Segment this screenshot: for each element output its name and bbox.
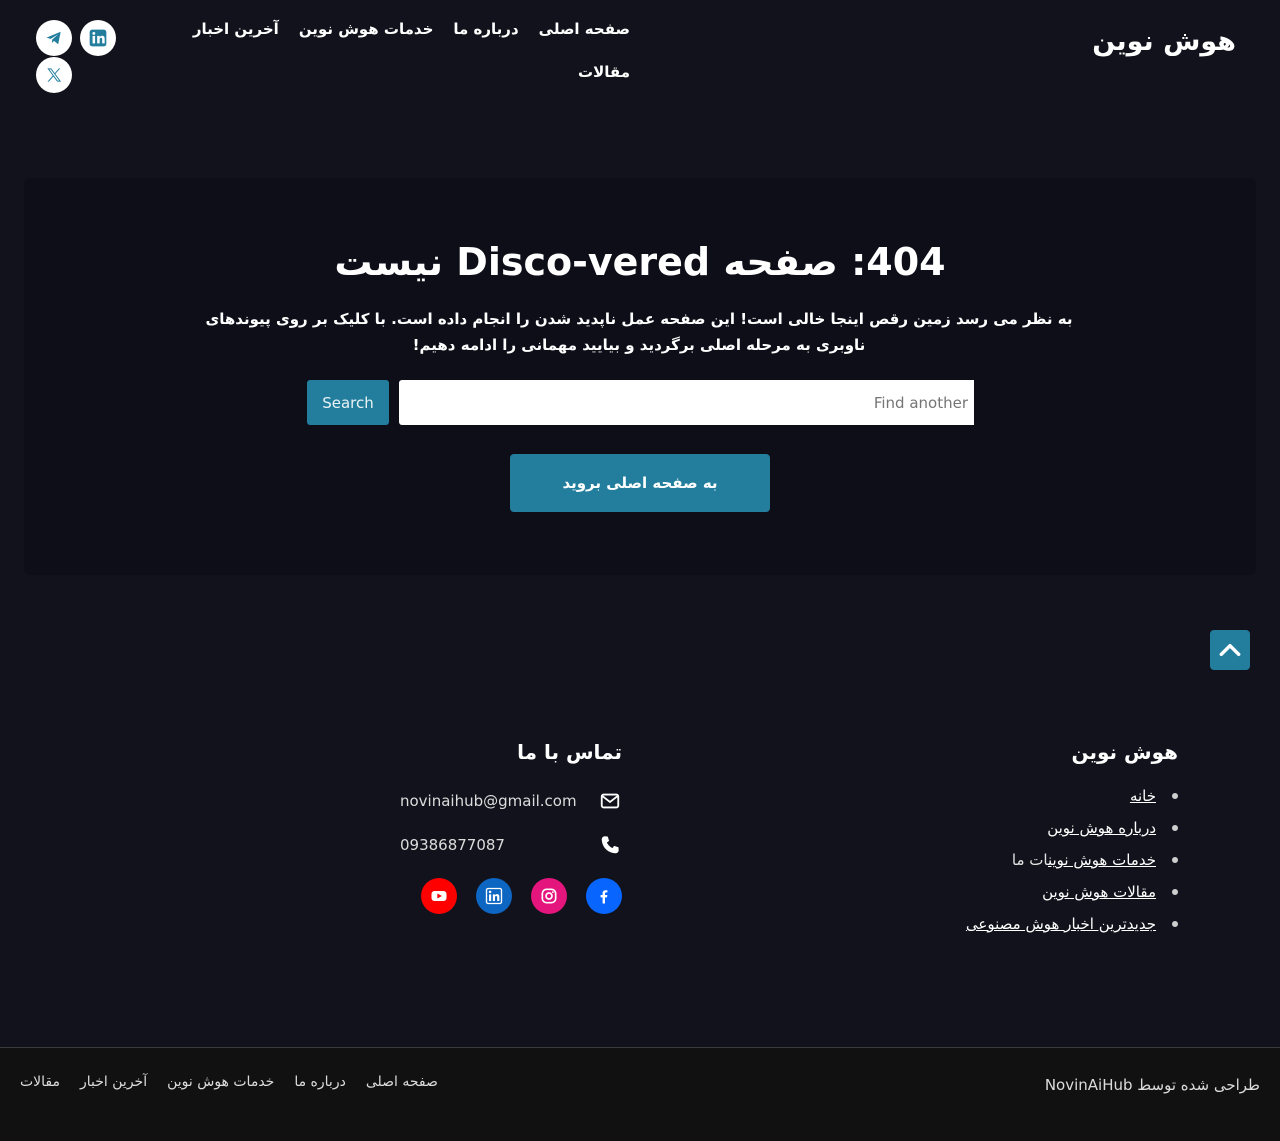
bottom-nav-about[interactable]: درباره ما bbox=[294, 1074, 345, 1090]
telegram-icon[interactable] bbox=[36, 20, 72, 56]
nav-item-home[interactable]: صفحه اصلی bbox=[539, 20, 630, 46]
facebook-icon[interactable] bbox=[586, 878, 622, 914]
list-item: خدمات هوش نوینات ما bbox=[858, 850, 1178, 882]
nav-item-news[interactable]: آخرین اخبار bbox=[193, 20, 279, 46]
error-description: به نظر می رسد زمین رقص اینجا خالی است! ا… bbox=[205, 310, 1073, 354]
bottom-nav-news[interactable]: آخرین اخبار bbox=[80, 1074, 147, 1090]
envelope-icon bbox=[598, 789, 622, 813]
search-button[interactable]: Search bbox=[307, 380, 389, 425]
nav-item-articles[interactable]: مقالات bbox=[578, 63, 630, 81]
main-nav: صفحه اصلی درباره ما خدمات هوش نوین آخرین… bbox=[193, 20, 630, 86]
contact-email-row: novinaihub@gmail.com bbox=[400, 790, 622, 812]
contact-title: تماس با ما bbox=[517, 740, 622, 764]
designer-credit: طراحی شده توسط NovinAiHub bbox=[1044, 1076, 1260, 1094]
footer-links-column: هوش نوین خانه درباره هوش نوین خدمات هوش … bbox=[858, 740, 1178, 946]
contact-phone[interactable]: 09386877087 bbox=[400, 836, 505, 854]
search-input[interactable] bbox=[399, 380, 974, 425]
nav-item-about[interactable]: درباره ما bbox=[453, 20, 518, 46]
list-item: خانه bbox=[858, 786, 1178, 818]
main-section: 404: صفحه Disco-vered نیست به نظر می رسد… bbox=[0, 112, 1280, 640]
bottom-nav: صفحه اصلی درباره ما خدمات هوش نوین آخرین… bbox=[20, 1074, 438, 1090]
linkedin-icon[interactable] bbox=[476, 878, 512, 914]
contact-phone-row: 09386877087 bbox=[400, 834, 622, 856]
site-logo[interactable]: هوش نوین bbox=[1092, 26, 1236, 57]
footer-contact-column: تماس با ما novinaihub@gmail.com 09386877… bbox=[400, 740, 622, 914]
phone-icon bbox=[598, 833, 622, 857]
scroll-to-top-button[interactable] bbox=[1210, 630, 1250, 670]
site-footer: هوش نوین خانه درباره هوش نوین خدمات هوش … bbox=[0, 630, 1280, 1047]
bottom-nav-home[interactable]: صفحه اصلی bbox=[366, 1074, 438, 1090]
footer-link-services[interactable]: خدمات هوش نوین bbox=[1048, 851, 1156, 869]
site-header: هوش نوین صفحه اصلی درباره ما خدمات هوش ن… bbox=[0, 0, 1280, 112]
page-title: 404: صفحه Disco-vered نیست bbox=[334, 240, 946, 284]
x-icon[interactable] bbox=[36, 57, 72, 93]
list-item: مقالات هوش نوین bbox=[858, 882, 1178, 914]
contact-email[interactable]: novinaihub@gmail.com bbox=[400, 792, 577, 810]
chevron-up-icon bbox=[1219, 643, 1241, 657]
bottom-nav-articles[interactable]: مقالات bbox=[20, 1074, 60, 1090]
footer-link-about[interactable]: درباره هوش نوین bbox=[1047, 819, 1156, 837]
bottom-nav-services[interactable]: خدمات هوش نوین bbox=[167, 1074, 274, 1090]
footer-brand-title: هوش نوین bbox=[1071, 740, 1178, 764]
footer-links-list: خانه درباره هوش نوین خدمات هوش نوینات ما… bbox=[858, 786, 1178, 946]
list-item: جدیدترین اخبار هوش مصنوعی bbox=[858, 914, 1178, 946]
footer-link-articles[interactable]: مقالات هوش نوین bbox=[1042, 883, 1156, 901]
go-home-button[interactable]: به صفحه اصلی بروید bbox=[510, 454, 770, 512]
not-found-card: 404: صفحه Disco-vered نیست به نظر می رسد… bbox=[24, 178, 1256, 575]
footer-link-suffix: ات ما bbox=[1011, 851, 1048, 869]
linkedin-icon[interactable] bbox=[80, 20, 116, 56]
instagram-icon[interactable] bbox=[531, 878, 567, 914]
bottom-bar: طراحی شده توسط NovinAiHub صفحه اصلی دربا… bbox=[0, 1047, 1280, 1141]
footer-social-links bbox=[400, 878, 622, 914]
youtube-icon[interactable] bbox=[421, 878, 457, 914]
list-item: درباره هوش نوین bbox=[858, 818, 1178, 850]
nav-item-services[interactable]: خدمات هوش نوین bbox=[299, 20, 434, 46]
header-social-links bbox=[36, 20, 118, 93]
footer-link-home[interactable]: خانه bbox=[1130, 787, 1156, 805]
footer-link-ai-news[interactable]: جدیدترین اخبار هوش مصنوعی bbox=[966, 915, 1156, 933]
